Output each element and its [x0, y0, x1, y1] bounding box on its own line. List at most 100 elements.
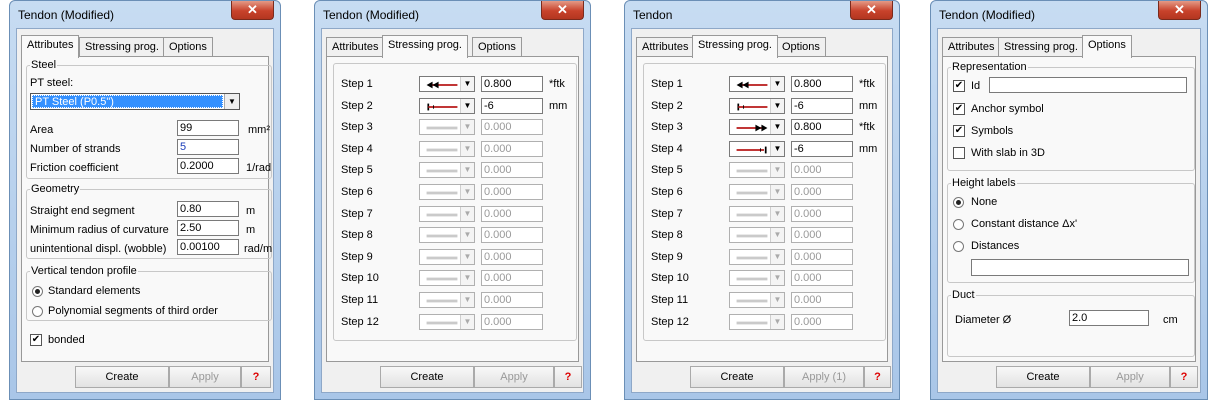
diameter-field[interactable]: 2.0: [1069, 310, 1149, 326]
chevron-down-icon[interactable]: ▼: [460, 228, 474, 243]
chevron-down-icon[interactable]: ▼: [460, 77, 474, 91]
strands-field[interactable]: 5: [177, 139, 239, 155]
create-button[interactable]: Create: [996, 366, 1090, 388]
step-mode-select[interactable]: ▼: [729, 313, 785, 330]
help-button[interactable]: ?: [241, 366, 271, 388]
step-value-field[interactable]: -6: [791, 140, 853, 157]
anchor-symbol-checkbox[interactable]: ✔: [953, 103, 965, 115]
step-value-field[interactable]: 0.000: [481, 119, 543, 136]
title-bar[interactable]: Tendon (Modified) ✕: [315, 1, 590, 28]
chevron-down-icon[interactable]: ▼: [770, 77, 784, 91]
tab-options[interactable]: Options: [776, 37, 826, 57]
apply-button[interactable]: Apply (1): [784, 366, 864, 388]
bonded-checkbox[interactable]: ✔: [30, 334, 42, 346]
standard-elements-radio[interactable]: [32, 286, 43, 297]
tab-options[interactable]: Options: [1082, 35, 1132, 58]
chevron-down-icon[interactable]: ▼: [460, 185, 474, 199]
step-value-field[interactable]: 0.000: [791, 270, 853, 287]
step-mode-select[interactable]: ▼: [419, 227, 475, 244]
close-icon[interactable]: ✕: [850, 1, 893, 20]
tab-stressing[interactable]: Stressing prog.: [79, 37, 165, 57]
chevron-down-icon[interactable]: ▼: [770, 185, 784, 199]
tab-options[interactable]: Options: [472, 37, 522, 57]
step-mode-select[interactable]: ▼: [419, 205, 475, 222]
chevron-down-icon[interactable]: ▼: [460, 249, 474, 264]
symbols-checkbox[interactable]: ✔: [953, 125, 965, 137]
step-mode-select[interactable]: ▼: [729, 270, 785, 287]
step-mode-select[interactable]: ▼: [729, 184, 785, 200]
tab-attributes[interactable]: Attributes: [942, 37, 1001, 57]
chevron-down-icon[interactable]: ▼: [770, 228, 784, 243]
step-value-field[interactable]: 0.000: [481, 162, 543, 179]
chevron-down-icon[interactable]: ▼: [770, 141, 784, 156]
area-field[interactable]: 99: [177, 120, 239, 136]
chevron-down-icon[interactable]: ▼: [224, 94, 239, 109]
step-mode-select[interactable]: ▼: [729, 119, 785, 136]
step-mode-select[interactable]: ▼: [419, 97, 475, 114]
step-mode-select[interactable]: ▼: [419, 119, 475, 136]
step-value-field[interactable]: 0.000: [481, 248, 543, 265]
tab-attributes[interactable]: Attributes: [21, 35, 80, 58]
tab-attributes[interactable]: Attributes: [326, 37, 385, 57]
step-value-field[interactable]: 0.800: [791, 76, 853, 92]
step-value-field[interactable]: 0.000: [791, 227, 853, 244]
chevron-down-icon[interactable]: ▼: [460, 293, 474, 307]
title-bar[interactable]: Tendon (Modified) ✕: [931, 1, 1207, 28]
step-value-field[interactable]: -6: [791, 97, 853, 114]
step-value-field[interactable]: 0.000: [481, 270, 543, 287]
constant-distance-radio[interactable]: [953, 219, 964, 230]
apply-button[interactable]: Apply: [169, 366, 241, 388]
chevron-down-icon[interactable]: ▼: [770, 314, 784, 329]
step-mode-select[interactable]: ▼: [729, 248, 785, 265]
step-mode-select[interactable]: ▼: [419, 140, 475, 157]
step-value-field[interactable]: 0.000: [791, 162, 853, 179]
step-mode-select[interactable]: ▼: [729, 292, 785, 308]
chevron-down-icon[interactable]: ▼: [770, 206, 784, 221]
straight-field[interactable]: 0.80: [177, 201, 239, 217]
help-button[interactable]: ?: [1170, 366, 1198, 388]
step-mode-select[interactable]: ▼: [419, 248, 475, 265]
step-value-field[interactable]: 0.000: [481, 184, 543, 200]
help-button[interactable]: ?: [864, 366, 891, 388]
step-mode-select[interactable]: ▼: [729, 205, 785, 222]
close-icon[interactable]: ✕: [231, 1, 274, 20]
step-value-field[interactable]: 0.800: [481, 76, 543, 92]
pt-steel-select[interactable]: PT Steel (P0.5") ▼: [30, 93, 240, 110]
friction-field[interactable]: 0.2000: [177, 158, 239, 174]
tab-attributes[interactable]: Attributes: [636, 37, 695, 57]
step-mode-select[interactable]: ▼: [729, 162, 785, 179]
help-button[interactable]: ?: [554, 366, 582, 388]
tab-stressing[interactable]: Stressing prog.: [998, 37, 1084, 57]
step-mode-select[interactable]: ▼: [419, 270, 475, 287]
radius-field[interactable]: 2.50: [177, 220, 239, 236]
apply-button[interactable]: Apply: [1090, 366, 1170, 388]
step-mode-select[interactable]: ▼: [419, 76, 475, 92]
step-value-field[interactable]: 0.000: [481, 205, 543, 222]
chevron-down-icon[interactable]: ▼: [770, 163, 784, 178]
polynomial-radio[interactable]: [32, 306, 43, 317]
step-value-field[interactable]: 0.000: [791, 248, 853, 265]
chevron-down-icon[interactable]: ▼: [770, 98, 784, 113]
step-mode-select[interactable]: ▼: [419, 313, 475, 330]
step-mode-select[interactable]: ▼: [419, 162, 475, 179]
chevron-down-icon[interactable]: ▼: [460, 98, 474, 113]
id-checkbox[interactable]: ✔: [953, 80, 965, 92]
step-value-field[interactable]: -6: [481, 97, 543, 114]
step-mode-select[interactable]: ▼: [729, 97, 785, 114]
create-button[interactable]: Create: [380, 366, 474, 388]
chevron-down-icon[interactable]: ▼: [770, 249, 784, 264]
chevron-down-icon[interactable]: ▼: [460, 271, 474, 286]
step-value-field[interactable]: 0.000: [791, 292, 853, 308]
distances-radio[interactable]: [953, 241, 964, 252]
step-value-field[interactable]: 0.800: [791, 119, 853, 136]
step-mode-select[interactable]: ▼: [419, 292, 475, 308]
step-mode-select[interactable]: ▼: [729, 76, 785, 92]
slab-3d-checkbox[interactable]: [953, 147, 965, 159]
id-field[interactable]: [989, 77, 1187, 93]
step-value-field[interactable]: 0.000: [481, 313, 543, 330]
create-button[interactable]: Create: [690, 366, 784, 388]
step-value-field[interactable]: 0.000: [481, 140, 543, 157]
step-mode-select[interactable]: ▼: [419, 184, 475, 200]
close-icon[interactable]: ✕: [1158, 1, 1201, 20]
chevron-down-icon[interactable]: ▼: [770, 120, 784, 135]
